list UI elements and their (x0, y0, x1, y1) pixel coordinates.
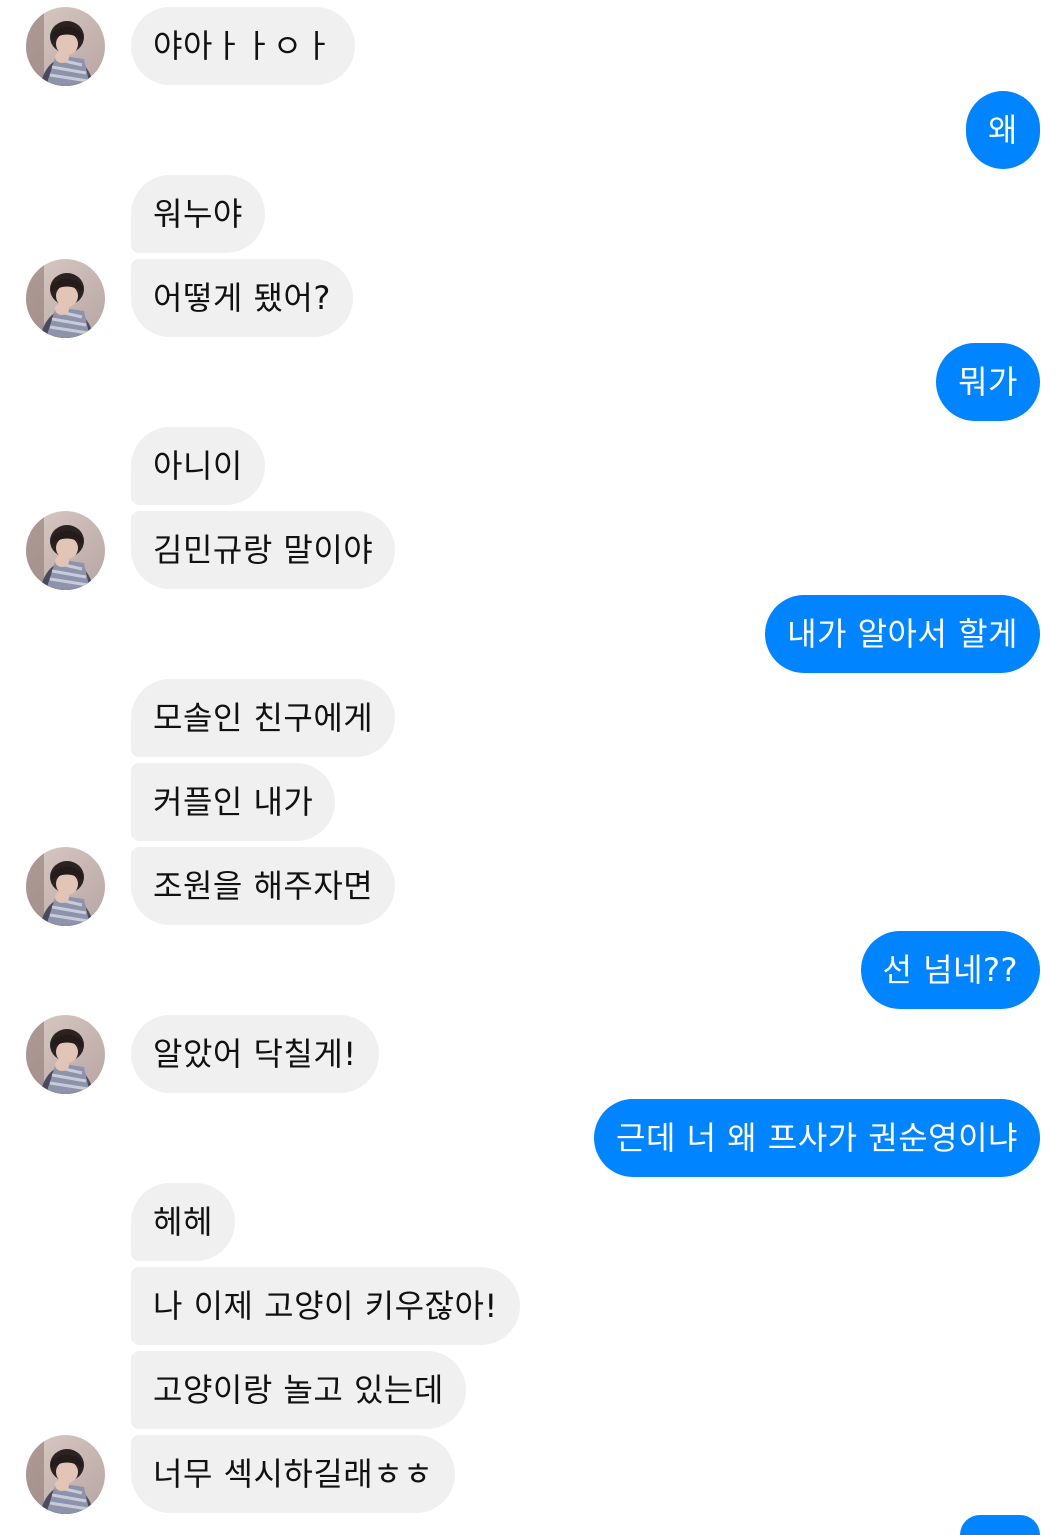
contact-avatar[interactable] (26, 7, 105, 86)
contact-avatar[interactable] (26, 259, 105, 338)
message-bubble-incoming[interactable]: 아니이 (131, 427, 265, 505)
contact-avatar[interactable] (26, 1435, 105, 1514)
message-bubble-incoming[interactable]: 워누야 (131, 175, 265, 253)
message-bubble-outgoing[interactable]: 선 넘네?? (860, 931, 1040, 1009)
message-bubble-incoming[interactable]: 커플인 내가 (131, 763, 336, 841)
message-bubble-incoming[interactable]: 어떻게 됐어? (131, 259, 353, 337)
message-bubble-incoming[interactable]: 너무 섹시하길래ㅎㅎ (131, 1435, 456, 1513)
contact-avatar[interactable] (26, 847, 105, 926)
message-bubble-incoming[interactable]: 고양이랑 놀고 있는데 (131, 1351, 466, 1429)
message-bubble-incoming[interactable]: 야아ㅏㅏㅇㅏ (131, 7, 355, 85)
message-bubble-incoming[interactable]: 조원을 해주자면 (131, 847, 396, 925)
message-bubble-incoming[interactable]: 헤헤 (131, 1183, 235, 1261)
message-bubble-incoming[interactable]: 나 이제 고양이 키우잖아! (131, 1267, 520, 1345)
message-bubble-incoming[interactable]: 김민규랑 말이야 (131, 511, 396, 589)
message-bubble-outgoing[interactable]: 왜 (966, 91, 1040, 169)
contact-avatar[interactable] (26, 511, 105, 590)
chat-thread: 야아ㅏㅏㅇㅏ 왜 워누야 어떻게 됐어? 뭐가 아니이 김민규랑 말이야 내가 … (0, 0, 1060, 1535)
message-bubble-outgoing[interactable]: 근데 너 왜 프사가 권순영이냐 (594, 1099, 1040, 1177)
message-bubble-incoming[interactable]: 모솔인 친구에게 (131, 679, 396, 757)
message-bubble-outgoing-partial[interactable] (960, 1515, 1040, 1535)
message-bubble-incoming[interactable]: 알았어 닥칠게! (131, 1015, 379, 1093)
contact-avatar[interactable] (26, 1015, 105, 1094)
message-bubble-outgoing[interactable]: 내가 알아서 할게 (765, 595, 1040, 673)
message-bubble-outgoing[interactable]: 뭐가 (936, 343, 1040, 421)
